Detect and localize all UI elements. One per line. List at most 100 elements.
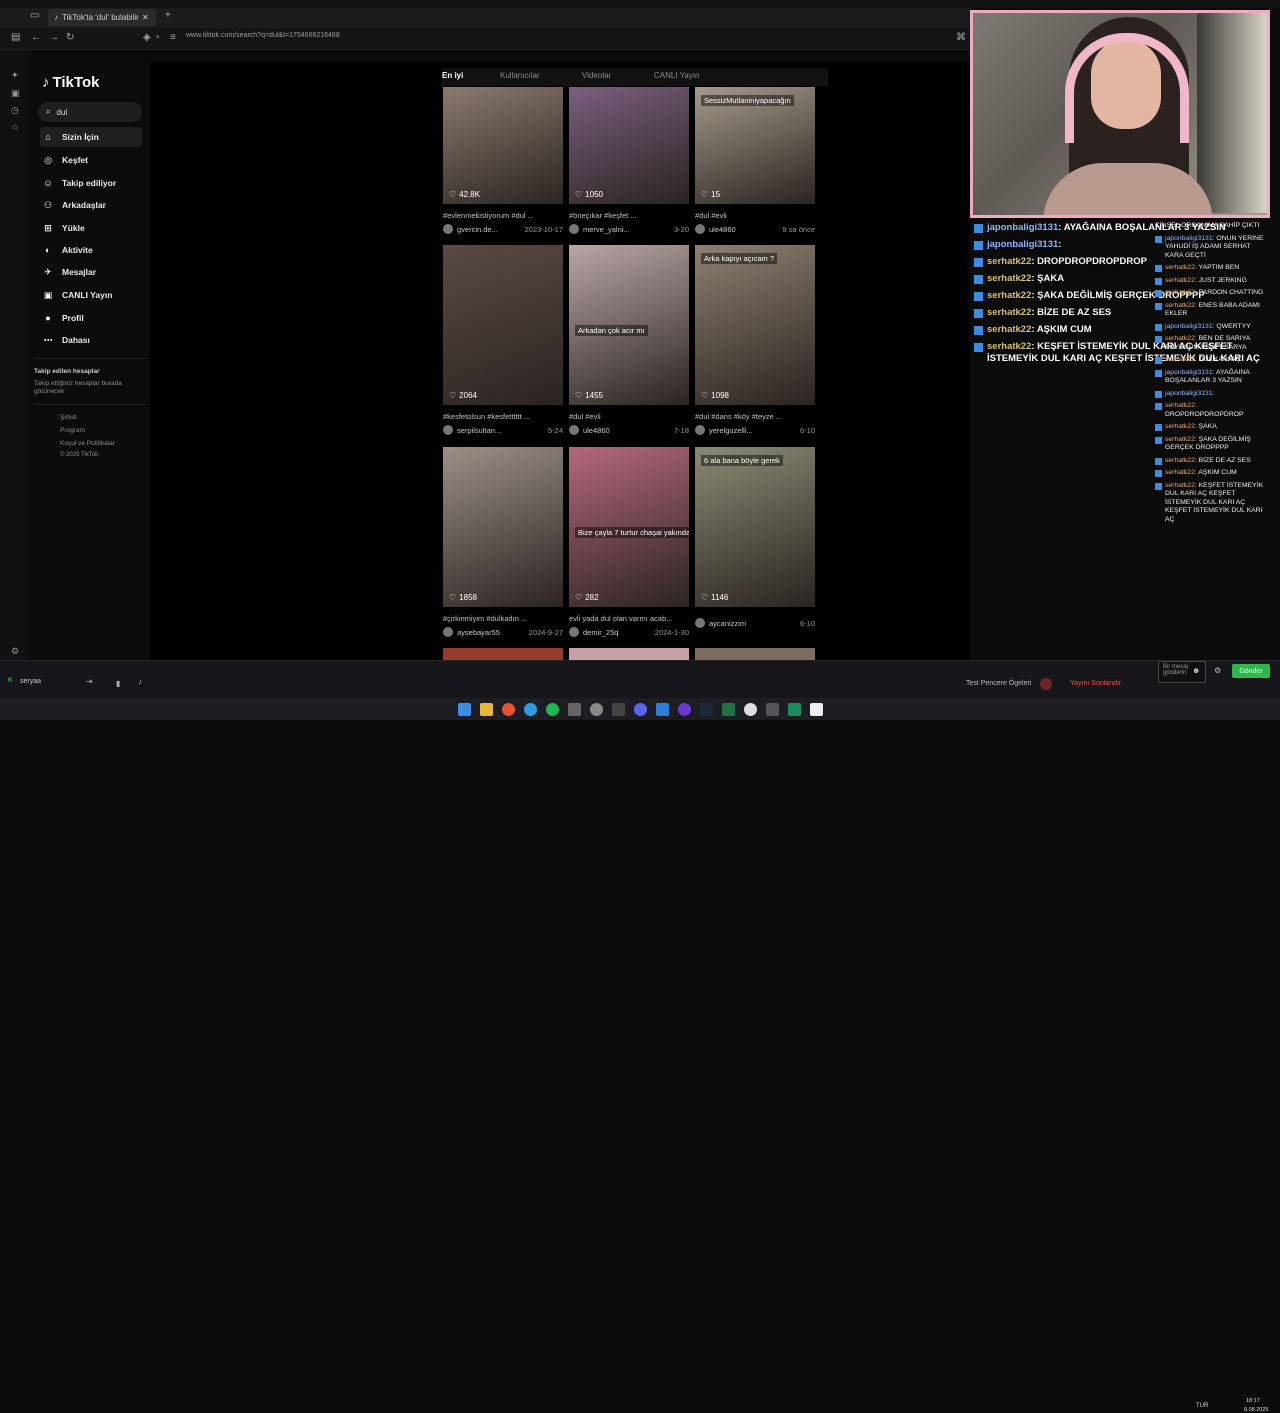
bookmarks-icon[interactable]: ▣ xyxy=(11,88,20,99)
record-icon[interactable] xyxy=(1040,678,1052,690)
nav-friends[interactable]: ⚇ Arkadaşlar xyxy=(40,195,142,215)
video-card[interactable]: ♡ 1050 #öneçıkar #keşfet ... merve_yalni.… xyxy=(569,87,689,234)
history-icon[interactable]: ◷ xyxy=(11,105,19,116)
back-icon[interactable]: ← xyxy=(31,32,41,43)
extension-icon[interactable]: ⌘ xyxy=(956,32,966,43)
video-author[interactable]: serpilsultan... xyxy=(457,426,501,435)
tab-users[interactable]: Kullanıcılar xyxy=(500,68,582,86)
avatar[interactable] xyxy=(443,224,453,234)
browser-tab[interactable]: ♪ TikTok'ta 'dul' bulabilirsini ✕ xyxy=(48,9,156,26)
start-icon[interactable] xyxy=(457,702,471,716)
nav-following[interactable]: ☺ Takip ediliyor xyxy=(40,173,142,193)
video-caption[interactable]: #dul #evli xyxy=(695,211,815,220)
sidebar-toggle-icon[interactable]: ▤ xyxy=(11,32,20,43)
bell-icon[interactable]: ♪ xyxy=(138,677,142,686)
permissions-icon[interactable]: ≡ xyxy=(170,32,176,43)
tab-list-icon[interactable]: ▭ xyxy=(30,10,39,21)
video-thumbnail[interactable]: 6 ala bana böyle gerek ♡ 1146 xyxy=(695,447,815,607)
app-icon[interactable] xyxy=(809,702,823,716)
video-author[interactable]: demir_25q xyxy=(583,628,618,637)
spotify-icon[interactable] xyxy=(545,702,559,716)
vscode-icon[interactable] xyxy=(655,702,669,716)
app-icon[interactable] xyxy=(787,702,801,716)
avatar[interactable] xyxy=(569,224,579,234)
chat-settings-icon[interactable]: ⚙ xyxy=(1214,666,1221,675)
steam-icon[interactable] xyxy=(699,702,713,716)
avatar[interactable] xyxy=(569,425,579,435)
video-card[interactable]: SessizMutlaniniyapacağın ♡ 15 #dul #evli … xyxy=(695,87,815,234)
end-stream-button[interactable]: Yayını Sonlandır xyxy=(1070,680,1121,687)
video-author[interactable]: ule4860 xyxy=(709,225,736,234)
video-card[interactable]: Bize çayla 7 turtur chaşai yakında tuşlu… xyxy=(569,447,689,637)
tab-live[interactable]: CANLI Yayın xyxy=(654,68,724,86)
edge-icon[interactable] xyxy=(523,702,537,716)
settings-gear-icon[interactable]: ⚙ xyxy=(11,646,19,657)
close-tab-icon[interactable]: ✕ xyxy=(142,13,149,22)
send-button[interactable]: Gönder xyxy=(1232,664,1270,678)
app-icon[interactable] xyxy=(677,702,691,716)
nav-live[interactable]: ▣ CANLI Yayın xyxy=(40,285,142,305)
video-author[interactable]: aysebayar55 xyxy=(457,628,500,637)
star-icon[interactable]: ☆ xyxy=(11,122,19,133)
video-author[interactable]: aycanizzim xyxy=(709,619,746,628)
language-indicator[interactable]: TUR xyxy=(1196,1403,1208,1409)
video-thumbnail[interactable]: ♡ 1858 xyxy=(443,447,563,607)
video-card-partial[interactable] xyxy=(695,648,815,660)
video-card[interactable]: ♡ 2064 #kesfetolsun #kesfetttttt ... serp… xyxy=(443,245,563,435)
footer-link-company[interactable]: Şirket xyxy=(60,414,77,421)
video-caption[interactable]: #çirkinmiyim #dulkadın ... xyxy=(443,614,563,623)
app-icon[interactable] xyxy=(611,702,625,716)
footer-link-program[interactable]: Program xyxy=(60,427,85,434)
nav-activity[interactable]: ◐ Aktivite xyxy=(40,240,142,260)
chrome-icon[interactable] xyxy=(589,702,603,716)
app-icon[interactable] xyxy=(567,702,581,716)
video-thumbnail[interactable]: Bize çayla 7 turtur chaşai yakında tuşlu… xyxy=(569,447,689,607)
file-explorer-icon[interactable] xyxy=(479,702,493,716)
video-thumbnail[interactable]: ♡ 2064 xyxy=(443,245,563,405)
video-thumbnail[interactable]: SessizMutlaniniyapacağın ♡ 15 xyxy=(695,87,815,204)
tab-top[interactable]: En iyi xyxy=(442,68,500,86)
clock-date[interactable]: 8.08.2025 xyxy=(1244,1407,1268,1413)
nav-more[interactable]: ⋯ Dahası xyxy=(40,330,142,350)
footer-link-terms[interactable]: Koşul ve Politikalar xyxy=(60,440,115,447)
stats-icon[interactable]: ▮ xyxy=(116,679,120,688)
video-card-partial[interactable] xyxy=(569,648,689,660)
avatar[interactable] xyxy=(443,425,453,435)
emoji-icon[interactable]: ☻ xyxy=(1192,666,1200,675)
video-caption[interactable]: evli yada dul olan varmı acab... xyxy=(569,614,689,623)
video-thumbnail[interactable]: ♡ 42.8K xyxy=(443,87,563,204)
avatar[interactable] xyxy=(695,618,705,628)
avatar[interactable] xyxy=(443,627,453,637)
tiktok-logo[interactable]: ♪ TikTok xyxy=(42,74,99,91)
nav-profile[interactable]: ● Profil xyxy=(40,308,142,328)
app-icon[interactable] xyxy=(765,702,779,716)
video-thumbnail[interactable]: Arkadan çok acır mı ♡ 1455 xyxy=(569,245,689,405)
video-caption[interactable]: #evlenmekistiyorum #dul ... xyxy=(443,211,563,220)
video-card[interactable]: 6 ala bana böyle gerek ♡ 1146 aycanizzim … xyxy=(695,447,815,628)
avatar[interactable] xyxy=(695,425,705,435)
video-author[interactable]: gvercin.de... xyxy=(457,225,498,234)
firefox-icon[interactable] xyxy=(501,702,515,716)
video-author[interactable]: yerelguzelli... xyxy=(709,426,753,435)
avatar[interactable] xyxy=(695,224,705,234)
nav-messages[interactable]: ✈ Mesajlar xyxy=(40,262,142,282)
shield-icon[interactable]: ◈ xyxy=(143,32,151,43)
reload-icon[interactable]: ↻ xyxy=(66,32,74,43)
obs-icon[interactable] xyxy=(743,702,757,716)
video-caption[interactable]: #öneçıkar #keşfet ... xyxy=(569,211,689,220)
search-input[interactable]: ⌕ dul xyxy=(38,102,142,122)
avatar[interactable] xyxy=(569,627,579,637)
video-card[interactable]: Arkadan çok acır mı ♡ 1455 #dul #evli ule… xyxy=(569,245,689,435)
tab-videos[interactable]: Videolar xyxy=(582,68,654,86)
nav-explore[interactable]: ◎ Keşfet xyxy=(40,150,142,170)
url-field[interactable]: www.tiktok.com/search?q=dul&t=1754666216… xyxy=(186,32,340,39)
video-thumbnail[interactable]: ♡ 1050 xyxy=(569,87,689,204)
video-author[interactable]: ule4860 xyxy=(583,426,610,435)
video-caption[interactable]: #dul #evli xyxy=(569,412,689,421)
video-card-partial[interactable] xyxy=(443,648,563,660)
video-caption[interactable]: #kesfetolsun #kesfetttttt ... xyxy=(443,412,563,421)
logout-icon[interactable]: ⇥ xyxy=(86,677,93,686)
excel-icon[interactable] xyxy=(721,702,735,716)
video-card[interactable]: Arka kapıyı açıcam ? ♡ 1098 #dul #dans #k… xyxy=(695,245,815,435)
discord-icon[interactable] xyxy=(633,702,647,716)
